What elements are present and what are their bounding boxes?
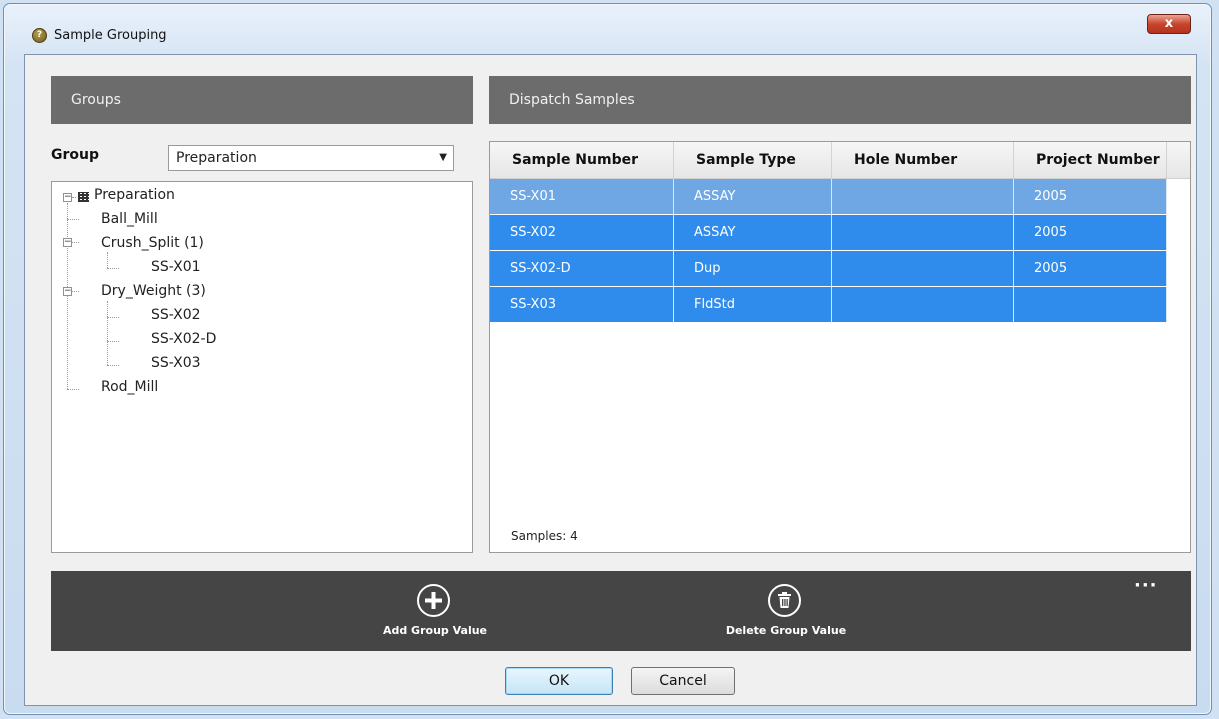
group-tree[interactable]: − Preparation Ball_Mill − Crush_Split (1… [51,181,473,553]
table-row[interactable]: SS-X03 FldStd [490,287,1167,322]
cell-project-number [1014,287,1167,322]
dispatch-samples-table[interactable]: Sample Number Sample Type Hole Number Pr… [489,141,1191,553]
cell-sample-number: SS-X03 [490,287,674,322]
groups-panel-header: Groups [51,76,473,124]
sample-count: Samples: 4 [511,529,578,543]
tree-connector [107,268,119,269]
cancel-button[interactable]: Cancel [631,667,735,695]
tree-connector [107,252,108,268]
collapse-crush-split-icon[interactable]: − [63,238,72,247]
cell-project-number: 2005 [1014,215,1167,250]
table-row[interactable]: SS-X02-D Dup 2005 [490,251,1167,286]
cell-sample-type: FldStd [674,287,832,322]
cell-hole-number [832,215,1014,250]
cell-sample-type: Dup [674,251,832,286]
add-group-value-button[interactable]: Add Group Value [355,584,515,644]
chevron-down-icon[interactable]: ▼ [439,146,447,170]
cell-sample-number: SS-X02 [490,215,674,250]
tree-connector [67,203,68,389]
group-dropdown-value: Preparation [176,150,257,166]
close-button[interactable]: x [1147,14,1191,34]
delete-group-value-button[interactable]: Delete Group Value [706,584,866,644]
tree-node-ss-x02-d[interactable]: SS-X02-D [151,331,216,347]
delete-group-value-label: Delete Group Value [725,624,847,637]
grid-icon [78,192,89,202]
column-header-sample-type[interactable]: Sample Type [674,142,832,178]
tree-node-dry-weight[interactable]: Dry_Weight (3) [101,283,206,299]
dialog-window: ? Sample Grouping x Groups Dispatch Samp… [3,3,1212,715]
group-label: Group [51,147,100,163]
cell-hole-number [832,179,1014,214]
trash-icon [768,584,801,617]
add-group-value-label: Add Group Value [382,624,488,637]
tree-connector [72,197,76,198]
dialog-body: Groups Dispatch Samples Group Preparatio… [24,54,1197,706]
tree-connector [67,389,79,390]
cell-hole-number [832,287,1014,322]
cell-sample-number: SS-X01 [490,179,674,214]
cell-sample-type: ASSAY [674,215,832,250]
tree-node-ss-x03[interactable]: SS-X03 [151,355,201,371]
tree-connector [72,291,79,292]
cell-project-number: 2005 [1014,179,1167,214]
tree-node-crush-split[interactable]: Crush_Split (1) [101,235,204,251]
cell-hole-number [832,251,1014,286]
tree-connector [107,365,119,366]
tree-connector [107,317,119,318]
column-header-project-number[interactable]: Project Number [1014,142,1167,178]
plus-circle-icon [417,584,450,617]
tree-node-rod-mill[interactable]: Rod_Mill [101,379,158,395]
tree-connector [72,242,79,243]
collapse-dry-weight-icon[interactable]: − [63,287,72,296]
cell-sample-number: SS-X02-D [490,251,674,286]
tree-node-ss-x01[interactable]: SS-X01 [151,259,201,275]
action-toolbar: Add Group Value Delete Group Value ··· [51,571,1191,651]
tree-node-root[interactable]: Preparation [94,187,175,203]
table-row[interactable]: SS-X01 ASSAY 2005 [490,179,1167,214]
table-header: Sample Number Sample Type Hole Number Pr… [490,142,1190,179]
tree-connector [107,341,119,342]
table-row[interactable]: SS-X02 ASSAY 2005 [490,215,1167,250]
ellipsis-icon[interactable]: ··· [1134,575,1174,596]
tree-node-ball-mill[interactable]: Ball_Mill [101,211,158,227]
cell-sample-type: ASSAY [674,179,832,214]
ok-button[interactable]: OK [505,667,613,695]
group-dropdown[interactable]: Preparation ▼ [168,145,454,171]
tree-node-ss-x02[interactable]: SS-X02 [151,307,201,323]
cell-project-number: 2005 [1014,251,1167,286]
dispatch-samples-header: Dispatch Samples [489,76,1191,124]
title-bar: ? Sample Grouping x [4,4,1211,43]
column-header-hole-number[interactable]: Hole Number [832,142,1014,178]
tree-connector [107,301,108,365]
collapse-root-icon[interactable]: − [63,193,72,202]
window-title: Sample Grouping [54,28,167,43]
app-icon: ? [32,28,47,43]
column-header-sample-number[interactable]: Sample Number [490,142,674,178]
tree-connector [67,219,79,220]
